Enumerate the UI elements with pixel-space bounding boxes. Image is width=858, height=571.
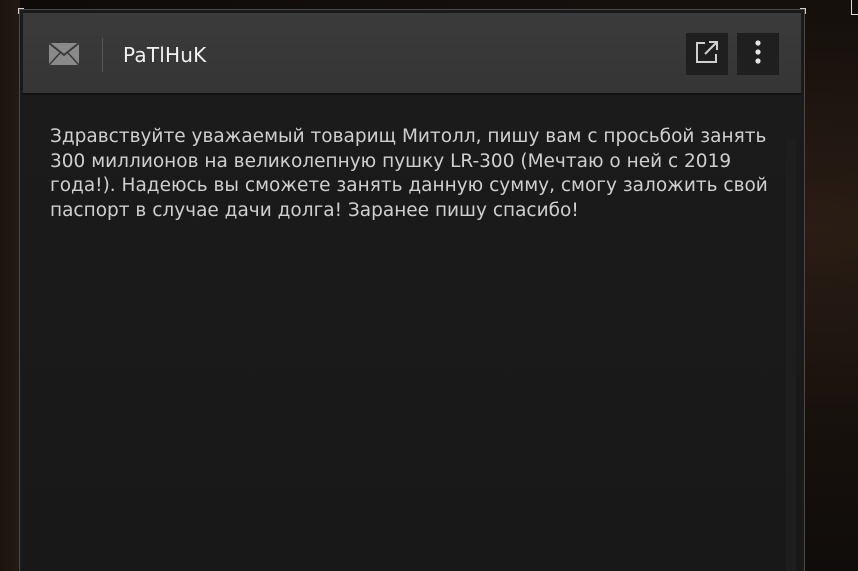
sender-name: PaTlHuK — [123, 43, 207, 67]
scrollbar-track[interactable] — [786, 139, 796, 571]
mail-icon — [48, 42, 80, 66]
open-external-button[interactable] — [686, 33, 728, 75]
message-text: Здравствуйте уважаемый товарищ Митолл, п… — [50, 126, 768, 221]
message-window: PaTlHuK Здравствуйте уважаемый товарищ М… — [18, 8, 806, 571]
header-divider — [102, 38, 103, 72]
more-options-icon — [754, 39, 762, 69]
open-external-icon — [694, 39, 720, 69]
background — [0, 0, 20, 571]
more-options-button[interactable] — [737, 33, 779, 75]
corner-marker — [851, 0, 858, 15]
message-header: PaTlHuK — [23, 13, 801, 95]
message-body: Здравствуйте уважаемый товарищ Митолл, п… — [23, 97, 801, 571]
